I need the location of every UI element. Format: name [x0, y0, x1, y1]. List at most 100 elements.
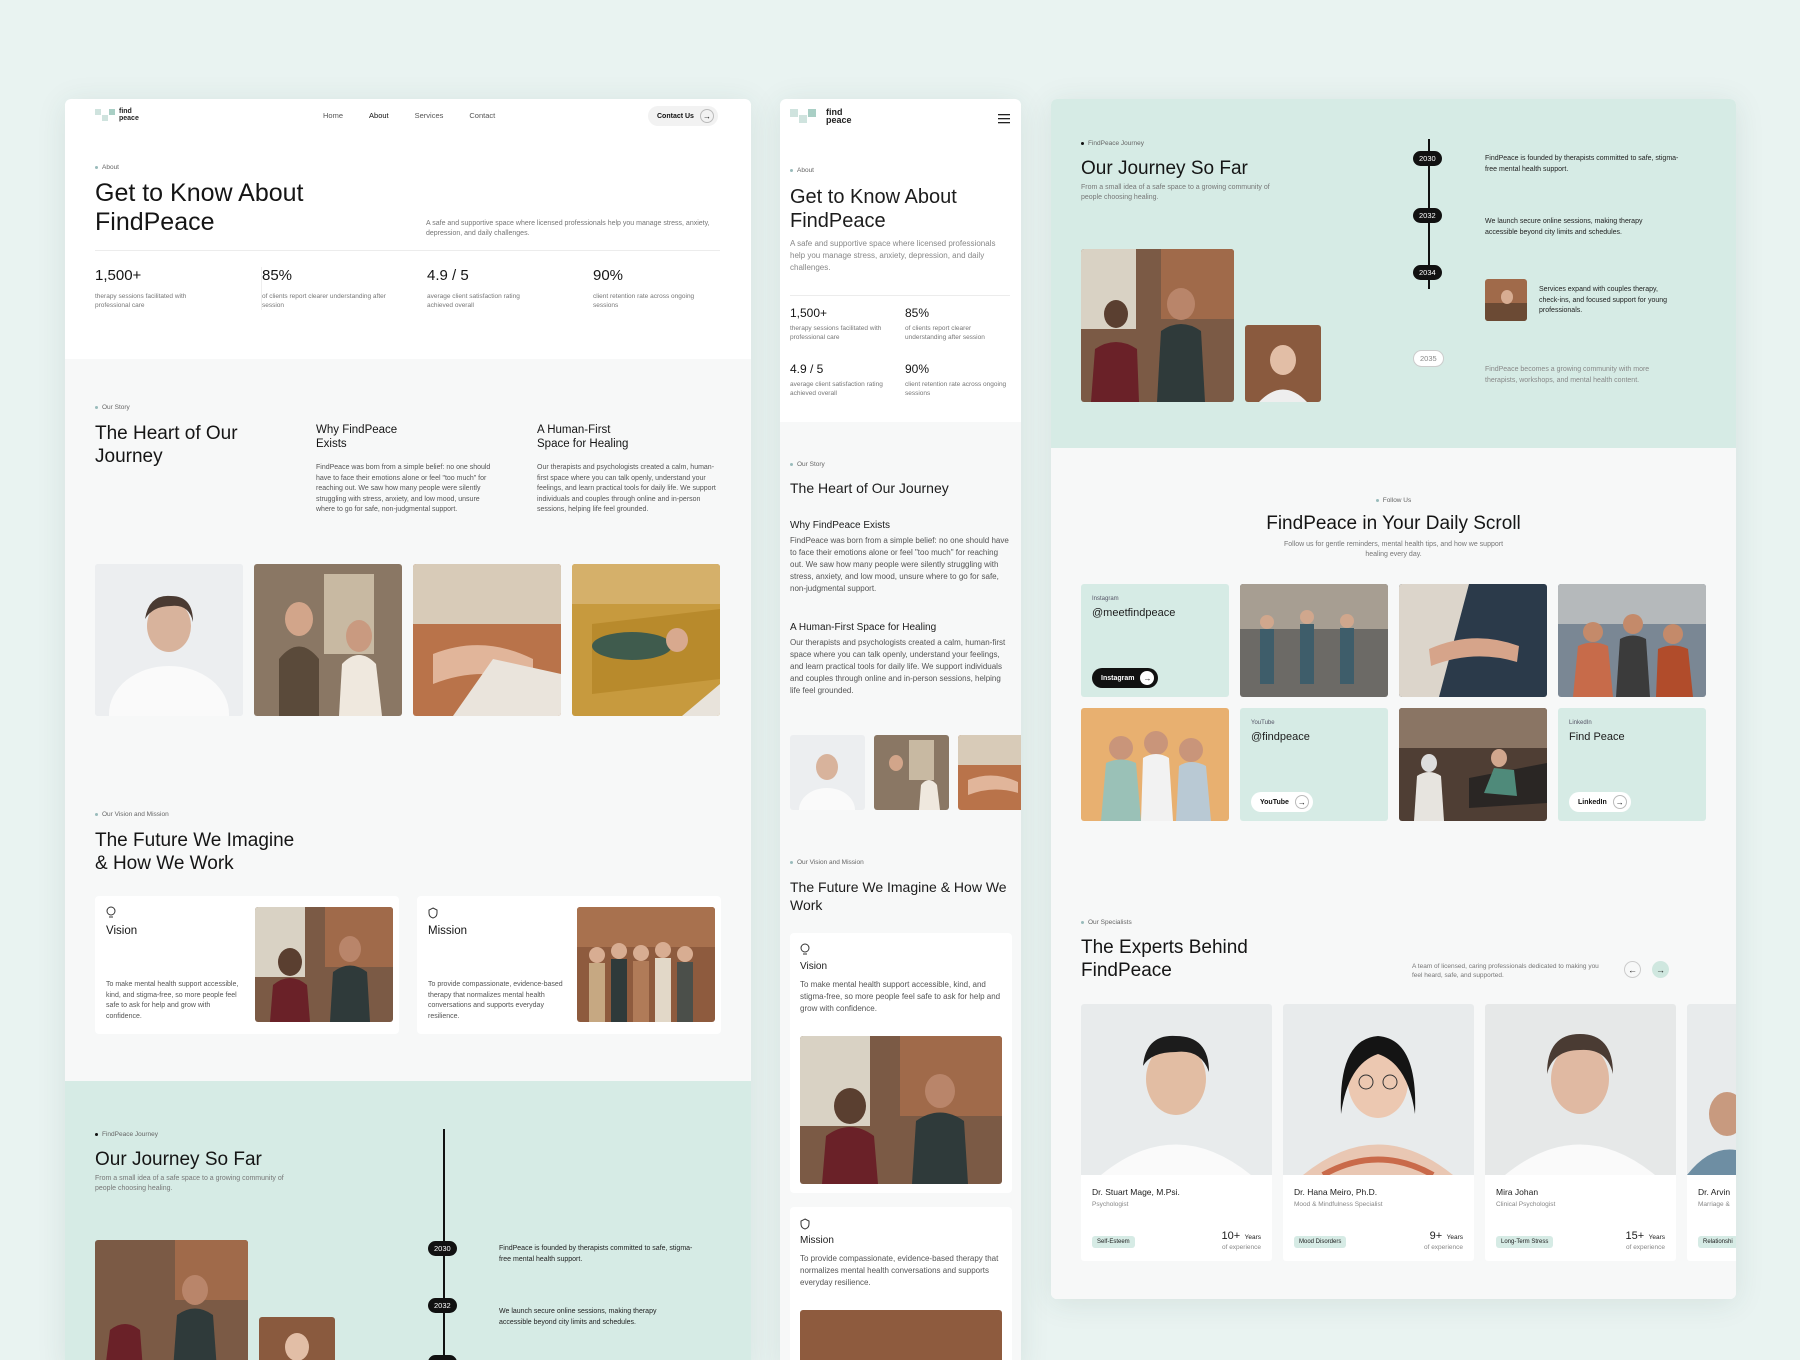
event-2034-photo-right: [1485, 279, 1527, 321]
stat-rating: 4.9 / 5 average client satisfaction ratin…: [427, 267, 520, 309]
nav-about[interactable]: About: [369, 111, 389, 120]
mission-team-photo-mobile: [800, 1310, 1002, 1360]
human-first-text-mobile: Our therapists and psychologists created…: [790, 638, 1006, 695]
vision-label: Vision: [106, 925, 138, 937]
stat-clarity: 85% of clients report clearer understandi…: [261, 267, 421, 310]
about-tag-mobile: About: [790, 167, 814, 174]
linkedin-button[interactable]: LinkedIn →: [1569, 792, 1631, 812]
journey-subtitle: From a small idea of a safe space to a g…: [95, 1175, 284, 1192]
expert-experience: 9+ Years of experience: [1423, 1230, 1463, 1251]
arrow-right-icon: →: [1612, 795, 1627, 809]
about-tag: About: [95, 164, 119, 171]
year-2032-badge-right: 2032: [1413, 208, 1442, 223]
expert-card-arvin[interactable]: Dr. Arvin Marriage & Relationshi: [1687, 1004, 1736, 1261]
stat-clarity-mobile: 85% of clients report clearer understandi…: [905, 306, 985, 341]
expert-specialty-tag: Long-Term Stress: [1496, 1236, 1554, 1248]
handshake-photo: [1399, 584, 1547, 697]
story-title-mobile: The Heart of Our Journey: [790, 480, 949, 496]
story-tag-mobile: Our Story: [790, 461, 825, 468]
mission-text-mobile: To provide compassionate, evidence-based…: [800, 1254, 999, 1287]
instagram-platform: Instagram: [1092, 596, 1119, 602]
stat-retention: 90% client retention rate across ongoing …: [593, 267, 695, 309]
why-title: Why FindPeace Exists: [316, 424, 398, 450]
vision-text-mobile: To make mental health support accessible…: [800, 980, 1001, 1013]
about-description-mobile: A safe and supportive space where licens…: [790, 239, 996, 272]
stat-sessions-mobile: 1,500+ therapy sessions facilitated with …: [790, 306, 882, 341]
instagram-card[interactable]: Instagram @meetfindpeace Instagram →: [1081, 584, 1229, 697]
year-2032-badge: 2032: [428, 1298, 457, 1313]
follow-subtitle: Follow us for gentle reminders, mental h…: [1283, 541, 1504, 558]
mission-card-mobile: Mission To provide compassionate, eviden…: [790, 1207, 1012, 1360]
lightbulb-icon: [800, 943, 810, 961]
mission-label-mobile: Mission: [800, 1235, 834, 1246]
holding-hands-thumb: [958, 735, 1021, 810]
stat-rating-mobile: 4.9 / 5 average client satisfaction ratin…: [790, 362, 883, 397]
nav-home[interactable]: Home: [323, 111, 343, 120]
mission-text: To provide compassionate, evidence-based…: [428, 981, 563, 1020]
group-session-photo: [254, 564, 402, 716]
mission-card: Mission To provide compassionate, eviden…: [417, 896, 721, 1034]
journey-title-right: Our Journey So Far: [1081, 158, 1248, 179]
mission-team-photo: [577, 907, 715, 1022]
event-2034-text-right: Services expand with couples therapy, ch…: [1539, 286, 1668, 314]
journey-title: Our Journey So Far: [95, 1149, 262, 1170]
arrow-right-icon: →: [699, 109, 714, 123]
linkedin-handle: Find Peace: [1569, 731, 1625, 743]
expert-card-mira[interactable]: Mira Johan Clinical Psychologist Long-Te…: [1485, 1004, 1676, 1261]
instagram-button[interactable]: Instagram →: [1092, 668, 1159, 688]
expert-card-stuart[interactable]: Dr. Stuart Mage, M.Psi. Psychologist Sel…: [1081, 1004, 1272, 1261]
about-description: A safe and supportive space where licens…: [426, 220, 710, 237]
nav-services[interactable]: Services: [415, 111, 444, 120]
couch-therapy-photo: [572, 564, 720, 716]
vision-title: The Future We Imagine & How We Work: [95, 830, 295, 874]
expert-experience: 10+ Years of experience: [1221, 1230, 1261, 1251]
human-first-title: A Human-First Space for Healing: [537, 424, 629, 450]
event-2035-text-right: FindPeace becomes a growing community wi…: [1485, 366, 1650, 384]
journey-portrait-photo: [259, 1317, 335, 1360]
contact-us-button[interactable]: Contact Us →: [648, 106, 718, 126]
why-text: FindPeace was born from a simple belief:…: [316, 464, 491, 513]
lightbulb-icon: [106, 906, 116, 922]
expert-name: Dr. Arvin: [1698, 1187, 1731, 1197]
vision-tag-mobile: Our Vision and Mission: [790, 859, 864, 866]
arrow-left-icon[interactable]: ←: [1624, 961, 1641, 978]
year-2030-badge-right: 2030: [1413, 151, 1442, 166]
human-first-title-mobile: A Human-First Space for Healing: [790, 622, 937, 633]
arrow-right-icon: →: [1294, 795, 1309, 809]
group-session-thumb: [874, 735, 949, 810]
journey-group-photo: [95, 1240, 248, 1360]
vision-card-mobile: Vision To make mental health support acc…: [790, 933, 1012, 1193]
journey-group-photo-right: [1081, 249, 1234, 402]
expert-experience: 15+ Years of experience: [1625, 1230, 1665, 1251]
linkedin-card[interactable]: LinkedIn Find Peace LinkedIn →: [1558, 708, 1706, 821]
brand-logo[interactable]: find peace: [95, 108, 139, 122]
nav-contact[interactable]: Contact: [469, 111, 495, 120]
hamburger-menu-icon[interactable]: [998, 111, 1010, 129]
year-2030-badge: 2030: [428, 1241, 457, 1256]
expert-arvin-photo: [1687, 1004, 1736, 1175]
experts-title: The Experts Behind FindPeace: [1081, 937, 1248, 981]
mobile-about-page: find peace About Get to Know About FindPea…: [780, 99, 1021, 1360]
youtube-card[interactable]: YouTube @findpeace YouTube →: [1240, 708, 1388, 821]
holding-hands-photo: [413, 564, 561, 716]
brand-logo-mobile[interactable]: find peace: [790, 108, 852, 125]
gym-group-photo: [1240, 584, 1388, 697]
event-2032-text-right: We launch secure online sessions, making…: [1485, 218, 1643, 236]
expert-role: Clinical Psychologist: [1496, 1201, 1556, 1208]
youtube-button[interactable]: YouTube →: [1251, 792, 1313, 812]
why-text-mobile: FindPeace was born from a simple belief:…: [790, 536, 1009, 593]
why-title-mobile: Why FindPeace Exists: [790, 520, 891, 531]
arrow-right-icon[interactable]: →: [1652, 961, 1669, 978]
vision-group-photo-mobile: [800, 1036, 1002, 1184]
expert-hana-photo: [1283, 1004, 1474, 1175]
vision-card: Vision To make mental health support acc…: [95, 896, 399, 1034]
expert-card-hana[interactable]: Dr. Hana Meiro, Ph.D. Mood & Mindfulness…: [1283, 1004, 1474, 1261]
stat-retention-mobile: 90% client retention rate across ongoing …: [905, 362, 1007, 397]
event-2032-text: We launch secure online sessions, making…: [499, 1308, 657, 1326]
arrow-right-icon: →: [1140, 671, 1155, 685]
expert-name: Mira Johan: [1496, 1187, 1539, 1197]
event-2030-text: FindPeace is founded by therapists commi…: [499, 1245, 693, 1263]
experts-description: A team of licensed, caring professionals…: [1412, 963, 1599, 979]
expert-specialty-tag: Mood Disorders: [1294, 1236, 1347, 1248]
story-title: The Heart of Our Journey: [95, 423, 238, 467]
